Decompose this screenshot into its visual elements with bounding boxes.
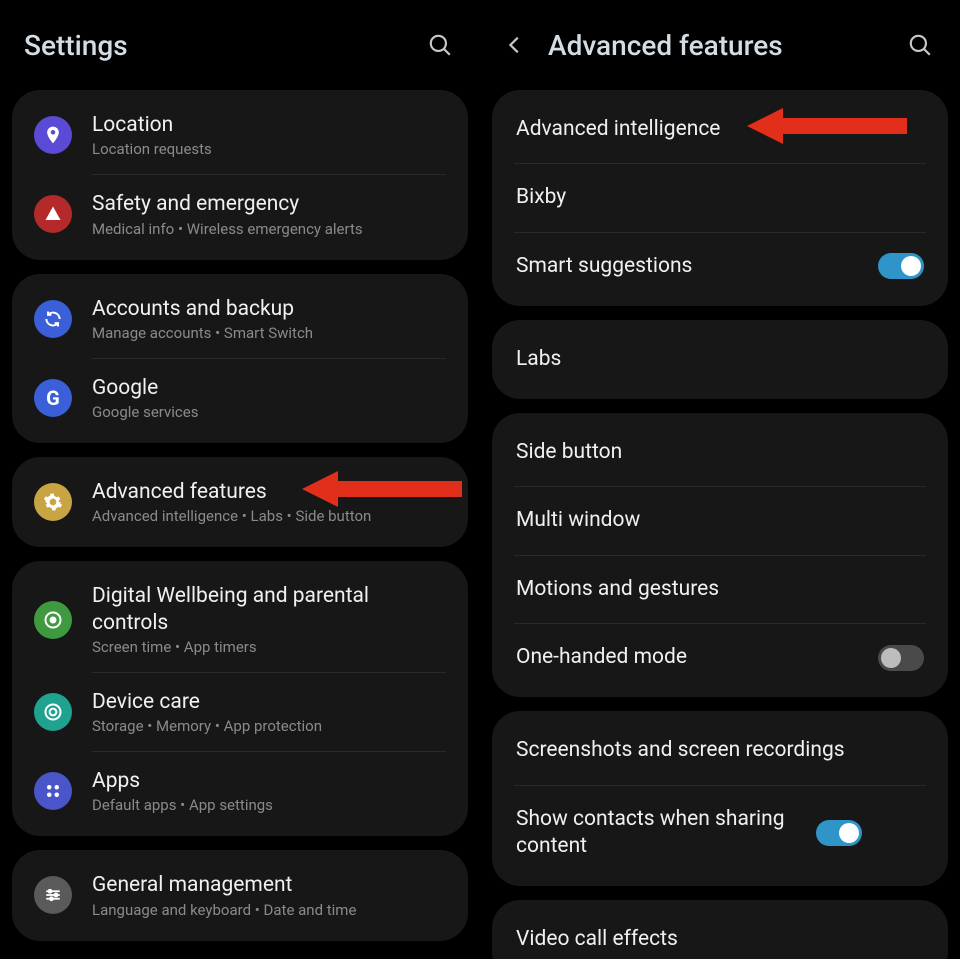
row-title: Bixby — [516, 184, 924, 211]
row-subtitle: Google services — [92, 403, 446, 421]
row-subtitle: Screen time • App timers — [92, 638, 446, 656]
toggle-show-contacts[interactable] — [816, 820, 862, 846]
row-subtitle: Manage accounts • Smart Switch — [92, 324, 446, 342]
settings-item-device-care[interactable]: Device care Storage • Memory • App prote… — [12, 673, 468, 751]
settings-card: Labs — [492, 320, 948, 399]
item-video-call-effects[interactable]: Video call effects — [492, 906, 948, 959]
sliders-icon — [34, 876, 72, 914]
device-care-icon — [34, 693, 72, 731]
settings-card: General management Language and keyboard… — [12, 850, 468, 940]
advanced-header: Advanced features — [492, 0, 948, 90]
settings-card: Screenshots and screen recordings Show c… — [492, 711, 948, 886]
row-title: Digital Wellbeing and parental controls — [92, 583, 446, 636]
page-title: Settings — [24, 29, 420, 62]
settings-card: Side button Multi window Motions and ges… — [492, 413, 948, 697]
row-subtitle: Storage • Memory • App protection — [92, 717, 446, 735]
settings-item-safety[interactable]: Safety and emergency Medical info • Wire… — [12, 175, 468, 253]
item-smart-suggestions[interactable]: Smart suggestions — [492, 233, 948, 300]
row-title: Accounts and backup — [92, 296, 446, 322]
gear-icon — [34, 483, 72, 521]
item-screenshots[interactable]: Screenshots and screen recordings — [492, 717, 948, 784]
search-button[interactable] — [900, 32, 940, 58]
row-title: Screenshots and screen recordings — [516, 737, 924, 764]
alert-icon — [34, 195, 72, 233]
item-advanced-intelligence[interactable]: Advanced intelligence — [492, 96, 948, 163]
settings-card: Accounts and backup Manage accounts • Sm… — [12, 274, 468, 444]
item-show-contacts-sharing[interactable]: Show contacts when sharing content — [492, 786, 948, 881]
location-icon — [34, 116, 72, 154]
row-title: Safety and emergency — [92, 191, 446, 217]
sync-icon — [34, 300, 72, 338]
item-motions-gestures[interactable]: Motions and gestures — [492, 556, 948, 623]
settings-card: Digital Wellbeing and parental controls … — [12, 561, 468, 836]
row-title: Show contacts when sharing content — [516, 806, 816, 861]
settings-item-wellbeing[interactable]: Digital Wellbeing and parental controls … — [12, 567, 468, 672]
settings-card: Video call effects — [492, 900, 948, 959]
settings-item-location[interactable]: Location Location requests — [12, 96, 468, 174]
item-side-button[interactable]: Side button — [492, 419, 948, 486]
settings-item-apps[interactable]: Apps Default apps • App settings — [12, 752, 468, 830]
row-title: Smart suggestions — [516, 253, 878, 280]
search-icon — [427, 32, 453, 58]
settings-item-accounts[interactable]: Accounts and backup Manage accounts • Sm… — [12, 280, 468, 358]
toggle-smart-suggestions[interactable] — [878, 253, 924, 279]
settings-item-google[interactable]: G Google Google services — [12, 359, 468, 437]
toggle-one-handed-mode[interactable] — [878, 645, 924, 671]
item-one-handed-mode[interactable]: One-handed mode — [492, 624, 948, 691]
row-title: Labs — [516, 346, 924, 373]
google-icon: G — [34, 379, 72, 417]
settings-header: Settings — [12, 0, 468, 90]
back-button[interactable] — [504, 34, 540, 56]
search-button[interactable] — [420, 32, 460, 58]
row-title: Motions and gestures — [516, 576, 924, 603]
row-title: One-handed mode — [516, 644, 878, 671]
row-title: Advanced features — [92, 479, 446, 505]
row-subtitle: Location requests — [92, 140, 446, 158]
row-title: Side button — [516, 439, 924, 466]
row-title: Device care — [92, 689, 446, 715]
row-title: Apps — [92, 768, 446, 794]
row-title: Location — [92, 112, 446, 138]
settings-card: Advanced intelligence Bixby Smart sugges… — [492, 90, 948, 306]
search-icon — [907, 32, 933, 58]
settings-panel: Settings Location Location requests Safe… — [0, 0, 480, 959]
page-title: Advanced features — [548, 29, 900, 62]
chevron-left-icon — [504, 34, 526, 56]
row-subtitle: Medical info • Wireless emergency alerts — [92, 220, 446, 238]
settings-card: Location Location requests Safety and em… — [12, 90, 468, 260]
settings-card: Advanced features Advanced intelligence … — [12, 457, 468, 547]
settings-item-advanced-features[interactable]: Advanced features Advanced intelligence … — [12, 463, 468, 541]
item-labs[interactable]: Labs — [492, 326, 948, 393]
advanced-features-panel: Advanced features Advanced intelligence … — [480, 0, 960, 959]
row-title: Multi window — [516, 507, 924, 534]
settings-item-general[interactable]: General management Language and keyboard… — [12, 856, 468, 934]
wellbeing-icon — [34, 601, 72, 639]
row-title: Google — [92, 375, 446, 401]
row-subtitle: Default apps • App settings — [92, 796, 446, 814]
row-subtitle: Advanced intelligence • Labs • Side butt… — [92, 507, 446, 525]
item-multi-window[interactable]: Multi window — [492, 487, 948, 554]
row-title: Advanced intelligence — [516, 116, 924, 143]
apps-icon — [34, 772, 72, 810]
row-title: Video call effects — [516, 926, 924, 953]
row-subtitle: Language and keyboard • Date and time — [92, 901, 446, 919]
item-bixby[interactable]: Bixby — [492, 164, 948, 231]
row-title: General management — [92, 872, 446, 898]
